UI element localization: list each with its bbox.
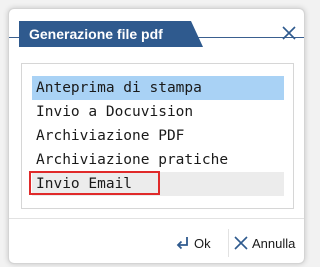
options-list: Anteprima di stampa Invio a Docuvision A… xyxy=(29,76,284,196)
list-item-label: Anteprima di stampa xyxy=(36,80,202,96)
list-item-label: Invio Email xyxy=(36,176,133,192)
dialog-title: Generazione file pdf xyxy=(29,26,163,42)
ok-label: Ok xyxy=(194,235,211,251)
list-item-anteprima-stampa[interactable]: Anteprima di stampa xyxy=(32,76,284,100)
footer-separator xyxy=(9,218,304,219)
dialog-titlebar: Generazione file pdf xyxy=(9,9,304,47)
list-item-label: Archiviazione PDF xyxy=(36,128,185,144)
list-item-label: Archiviazione pratiche xyxy=(36,152,229,168)
dialog-window: Generazione file pdf Anteprima di stampa… xyxy=(8,8,305,264)
close-button[interactable] xyxy=(279,23,299,43)
title-tab: Generazione file pdf xyxy=(19,21,203,47)
enter-arrow-icon xyxy=(175,235,191,251)
list-item-label: Invio a Docuvision xyxy=(36,104,194,120)
list-item-archiviazione-pdf[interactable]: Archiviazione PDF xyxy=(32,124,284,148)
cancel-label: Annulla xyxy=(252,235,296,251)
cancel-button[interactable]: Annulla xyxy=(233,231,295,255)
list-item-invio-docuvision[interactable]: Invio a Docuvision xyxy=(32,100,284,124)
list-item-archiviazione-pratiche[interactable]: Archiviazione pratiche xyxy=(32,148,284,172)
close-icon xyxy=(282,26,296,40)
list-item-invio-email[interactable]: Invio Email xyxy=(29,171,284,196)
options-list-panel: Anteprima di stampa Invio a Docuvision A… xyxy=(21,63,294,209)
close-x-icon xyxy=(233,235,249,251)
button-divider xyxy=(228,229,229,257)
ok-button[interactable]: Ok xyxy=(175,231,211,255)
